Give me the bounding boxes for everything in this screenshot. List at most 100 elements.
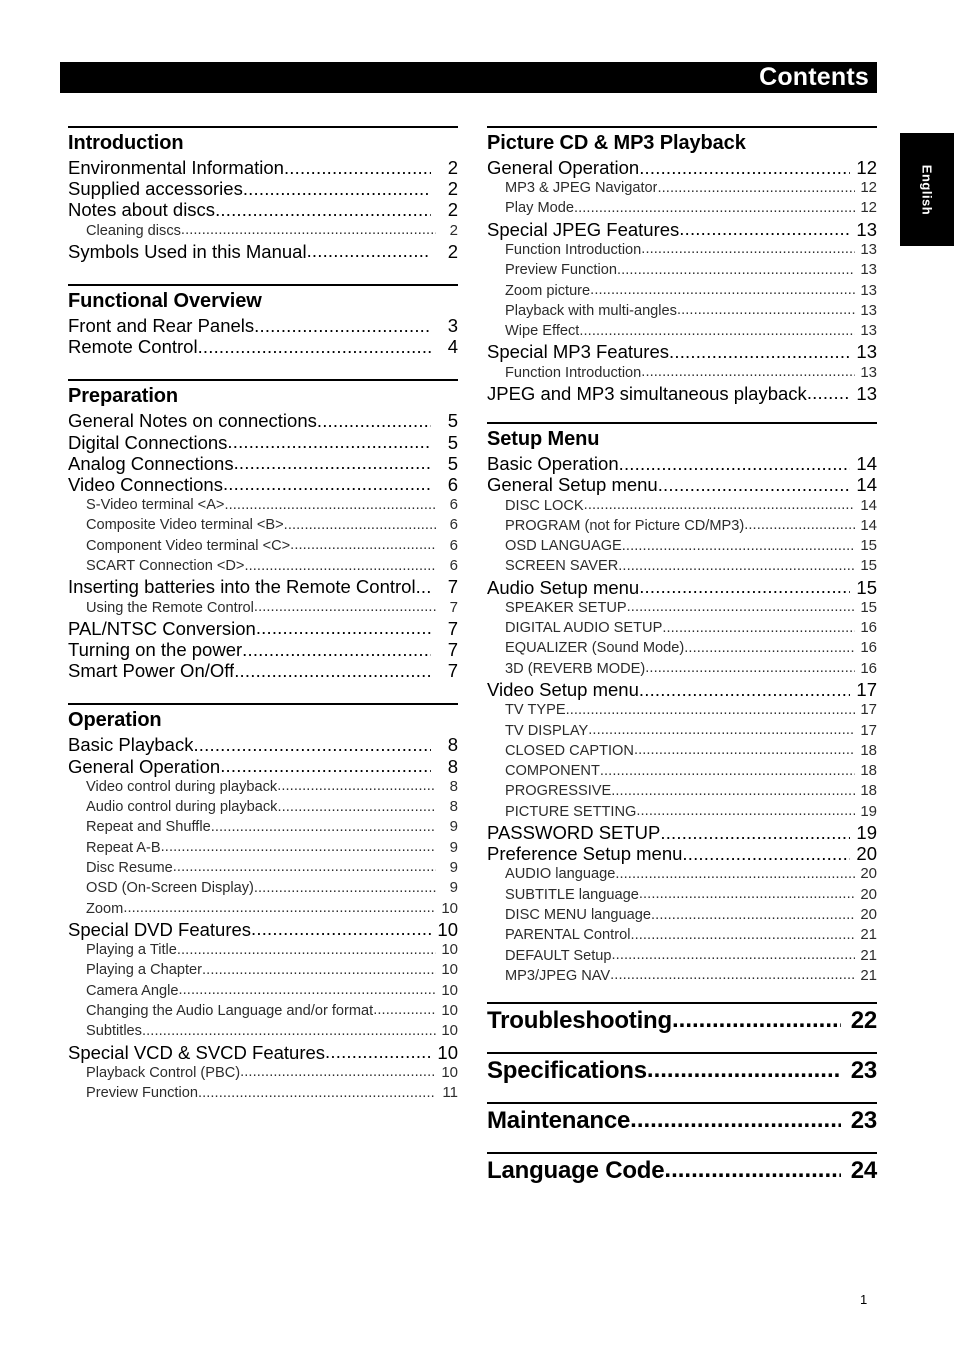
toc-entry[interactable]: Playback with multi-angles..............… [487,301,877,321]
toc-entry[interactable]: Special VCD & SVCD Features.............… [68,1042,458,1063]
toc-entry-label: Turning on the power [68,639,243,661]
toc-entry-page: 20 [860,906,877,923]
toc-entry[interactable]: PASSWORD SETUP..........................… [487,822,877,843]
toc-entry[interactable]: PROGRAM (not for Picture CD/MP3)........… [487,516,877,536]
toc-entry[interactable]: Camera Angle............................… [68,981,458,1001]
toc-entry[interactable]: DISC MENU language......................… [487,905,877,925]
toc-entry[interactable]: General Operation.......................… [68,756,458,777]
toc-entry[interactable]: Playing a Chapter.......................… [68,960,458,980]
toc-entry[interactable]: Notes about discs.......................… [68,199,458,220]
toc-leader-dots: ........................................… [197,1084,436,1101]
toc-entry[interactable]: Play Mode...............................… [487,198,877,218]
toc-entry-label: Playback with multi-angles [505,302,677,319]
toc-major-entry[interactable]: Troubleshooting.........................… [487,1004,877,1039]
toc-entry[interactable]: Symbols Used in this Manual.............… [68,241,458,262]
toc-entry[interactable]: Basic Playback..........................… [68,734,458,755]
toc-entry[interactable]: Playback Control (PBC)..................… [68,1063,458,1083]
toc-entry[interactable]: Repeat A-B..............................… [68,838,458,858]
toc-entry-page: 21 [860,966,877,984]
toc-entry[interactable]: TV TYPE.................................… [487,700,877,720]
toc-entry[interactable]: Changing the Audio Language and/or forma… [68,1001,458,1021]
toc-entry-page: 14 [856,474,877,496]
toc-entry[interactable]: S-Video terminal <A>....................… [68,495,458,515]
toc-entry[interactable]: Special MP3 Features....................… [487,341,877,362]
toc-entry[interactable]: PARENTAL Control........................… [487,925,877,945]
toc-entry[interactable]: Turning on the power....................… [68,639,458,660]
toc-entry[interactable]: 3D (REVERB MODE)........................… [487,659,877,679]
toc-entry[interactable]: EQUALIZER (Sound Mode)..................… [487,638,877,658]
toc-entry[interactable]: JPEG and MP3 simultaneous playback......… [487,383,877,404]
toc-entry[interactable]: Front and Rear Panels...................… [68,315,458,336]
toc-entry[interactable]: Component Video terminal <C>............… [68,536,458,556]
toc-entry[interactable]: Playing a Title.........................… [68,940,458,960]
toc-major-section[interactable]: Specifications..........................… [487,1052,877,1089]
toc-entry[interactable]: PAL/NTSC Conversion.....................… [68,618,458,639]
toc-major-section[interactable]: Language Code...........................… [487,1152,877,1189]
toc-leader-dots: ........................................… [626,599,855,616]
toc-entry[interactable]: Video Connections.......................… [68,474,458,495]
toc-entry-page: 9 [449,838,458,856]
toc-entry[interactable]: Basic Operation.........................… [487,453,877,474]
toc-entry[interactable]: Using the Remote Control................… [68,598,458,618]
toc-entry[interactable]: Wipe Effect.............................… [487,321,877,341]
toc-entry[interactable]: Smart Power On/Off......................… [68,660,458,681]
toc-major-entry[interactable]: Maintenance.............................… [487,1104,877,1139]
toc-entry[interactable]: Disc Resume.............................… [68,858,458,878]
toc-entry[interactable]: Preference Setup menu...................… [487,843,877,864]
toc-entry[interactable]: AUDIO language..........................… [487,864,877,884]
toc-entry[interactable]: CLOSED CAPTION..........................… [487,741,877,761]
toc-major-entry[interactable]: Specifications..........................… [487,1054,877,1089]
toc-entry[interactable]: Composite Video terminal <B>............… [68,515,458,535]
toc-major-section[interactable]: Maintenance.............................… [487,1102,877,1139]
toc-entry[interactable]: MP3/JPEG NAV............................… [487,966,877,986]
toc-leader-dots: ........................................… [657,474,850,495]
toc-entry[interactable]: Zoom....................................… [68,899,458,919]
toc-entry[interactable]: SPEAKER SETUP...........................… [487,598,877,618]
toc-entry[interactable]: COMPONENT...............................… [487,761,877,781]
toc-entry[interactable]: Analog Connections......................… [68,453,458,474]
toc-entry[interactable]: Digital Connections.....................… [68,432,458,453]
toc-entry[interactable]: Subtitles...............................… [68,1021,458,1041]
toc-entry[interactable]: Environmental Information...............… [68,157,458,178]
toc-entry[interactable]: General Operation.......................… [487,157,877,178]
toc-entry[interactable]: Audio Setup menu........................… [487,577,877,598]
toc-entry[interactable]: Preview Function........................… [487,260,877,280]
toc-entry[interactable]: Cleaning discs..........................… [68,221,458,241]
toc-entry[interactable]: OSD (On-Screen Display).................… [68,878,458,898]
toc-entry[interactable]: SCART Connection <D>....................… [68,556,458,576]
toc-entry[interactable]: TV DISPLAY..............................… [487,721,877,741]
toc-entry-label: DIGITAL AUDIO SETUP [505,620,663,637]
toc-entry[interactable]: Repeat and Shuffle......................… [68,817,458,837]
toc-entry[interactable]: SUBTITLE language.......................… [487,885,877,905]
toc-major-entry[interactable]: Language Code...........................… [487,1154,877,1189]
toc-entry[interactable]: DEFAULT Setup...........................… [487,946,877,966]
toc-entry-label: TV TYPE [505,702,566,719]
toc-entry[interactable]: Inserting batteries into the Remote Cont… [68,576,458,597]
toc-entry[interactable]: OSD LANGUAGE............................… [487,536,877,556]
toc-leader-dots: ........................................… [373,1002,436,1019]
toc-entry[interactable]: SCREEN SAVER............................… [487,556,877,576]
toc-entry[interactable]: Video Setup menu........................… [487,679,877,700]
toc-entry-label: Preview Function [505,262,617,279]
toc-entry[interactable]: DIGITAL AUDIO SETUP.....................… [487,618,877,638]
toc-leader-dots: ........................................… [178,982,436,999]
toc-leader-dots: ........................................… [641,241,855,258]
toc-entry[interactable]: Supplied accessories....................… [68,178,458,199]
toc-entry-page: 11 [442,1084,458,1102]
toc-entry[interactable]: MP3 & JPEG Navigator....................… [487,178,877,198]
toc-entry[interactable]: Special JPEG Features...................… [487,219,877,240]
toc-entry[interactable]: Special DVD Features....................… [68,919,458,940]
toc-entry[interactable]: Function Introduction...................… [487,363,877,383]
toc-entry[interactable]: Audio control during playback...........… [68,797,458,817]
toc-entry[interactable]: Preview Function........................… [68,1083,458,1103]
toc-entry[interactable]: Zoom picture............................… [487,281,877,301]
toc-entry[interactable]: PROGRESSIVE.............................… [487,781,877,801]
toc-entry[interactable]: Remote Control..........................… [68,336,458,357]
toc-entry[interactable]: DISC LOCK...............................… [487,496,877,516]
toc-major-section[interactable]: Troubleshooting.........................… [487,1002,877,1039]
toc-entry[interactable]: PICTURE SETTING.........................… [487,802,877,822]
toc-entry[interactable]: General Setup menu......................… [487,474,877,495]
toc-entry[interactable]: Video control during playback...........… [68,777,458,797]
toc-entry[interactable]: General Notes on connections............… [68,410,458,431]
toc-entry[interactable]: Function Introduction...................… [487,240,877,260]
